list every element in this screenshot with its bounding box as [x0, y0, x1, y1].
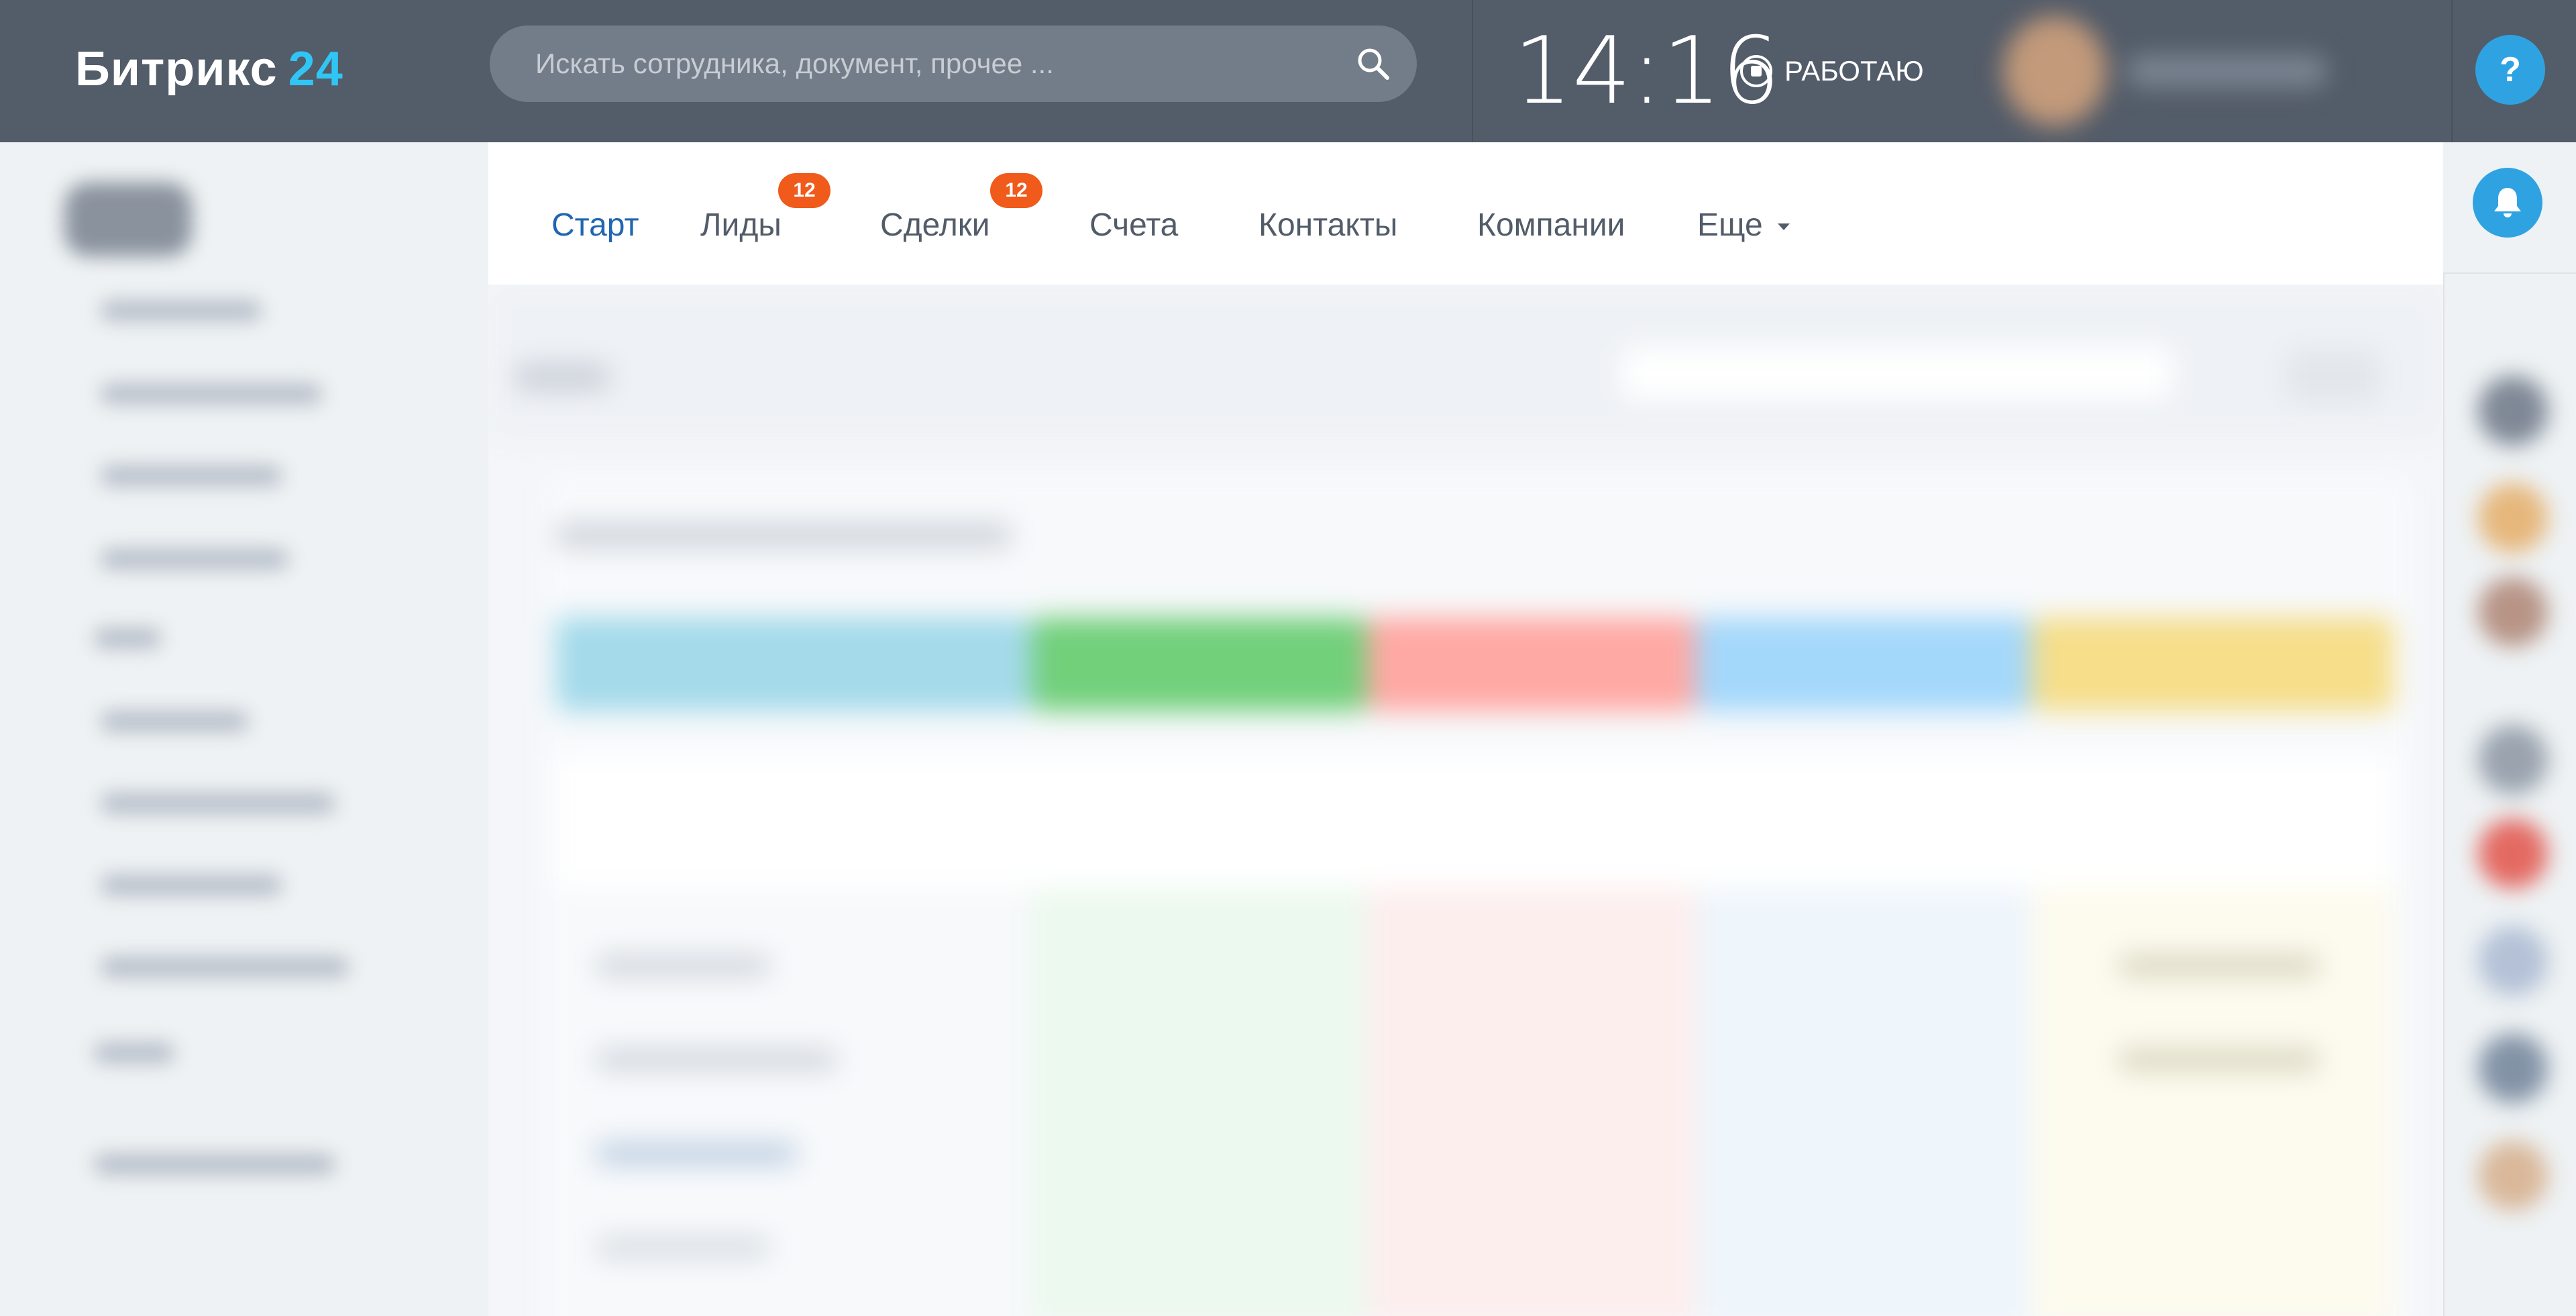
report-title [555, 523, 1012, 548]
tab-more-label: Еще [1697, 207, 1763, 243]
sidebar-item [101, 301, 262, 321]
settings-box [2286, 349, 2380, 403]
funnel-stage [1367, 617, 1696, 711]
sidebar-item [101, 711, 248, 731]
search-box[interactable] [490, 26, 1417, 102]
filter-field [1622, 346, 2172, 400]
notifications-button[interactable] [2473, 168, 2542, 238]
table-cell [2118, 1050, 2320, 1070]
user-avatar[interactable] [2478, 1033, 2548, 1103]
search-icon[interactable] [1354, 44, 1393, 83]
sidebar-item [94, 1043, 174, 1063]
tab-deals[interactable]: Сделки [880, 207, 990, 244]
sidebar-blurred-content [0, 142, 488, 1316]
top-header: Битрикс24 14:16 РАБОТАЮ ? [0, 0, 2576, 142]
help-button[interactable]: ? [2475, 35, 2545, 105]
sidebar-item [101, 875, 282, 895]
sidebar-item [101, 549, 288, 569]
chevron-down-icon [1777, 223, 1790, 231]
leads-counter-badge: 12 [778, 173, 830, 208]
table-column-bg [1032, 889, 1367, 1316]
table-header [555, 754, 2394, 889]
crm-workspace [488, 285, 2443, 1316]
table-row [596, 1050, 837, 1070]
user-avatar[interactable] [2478, 819, 2548, 889]
workspace-blurred-content [488, 285, 2443, 1316]
user-avatar[interactable] [2478, 483, 2548, 553]
user-avatar[interactable] [2478, 725, 2548, 795]
stop-circle-icon [1740, 55, 1772, 87]
sidebar-company-logo [64, 183, 192, 256]
sidebar-item [94, 628, 161, 648]
table-column-bg [1367, 889, 1696, 1316]
tab-start[interactable]: Старт [551, 207, 639, 244]
toolbar-title [515, 365, 609, 389]
user-avatar[interactable] [2478, 1141, 2548, 1211]
sidebar-item [101, 466, 282, 486]
logo-text: Битрикс [75, 42, 278, 96]
user-name-placeholder [2127, 55, 2328, 87]
table-row [596, 1237, 770, 1258]
sidebar-item [101, 793, 335, 813]
sidebar-item [101, 957, 349, 977]
table-row [596, 956, 770, 976]
user-avatar[interactable] [2478, 376, 2548, 446]
tab-companies[interactable]: Компании [1477, 207, 1625, 244]
work-status[interactable]: РАБОТАЮ [1740, 52, 1924, 90]
user-profile[interactable] [1999, 13, 2348, 129]
sidebar-item [94, 1154, 335, 1174]
sidebar-item [101, 384, 322, 404]
left-sidebar [0, 142, 488, 1316]
tab-invoices[interactable]: Счета [1089, 207, 1178, 244]
funnel-stage [555, 617, 1032, 711]
online-users-list [2443, 282, 2576, 1316]
bell-icon [2489, 184, 2526, 221]
tab-contacts[interactable]: Контакты [1258, 207, 1397, 244]
tab-leads[interactable]: Лиды [700, 207, 782, 244]
user-avatar[interactable] [2478, 577, 2548, 647]
table-column-bg [1696, 889, 2031, 1316]
funnel-stage [1696, 617, 2031, 711]
crm-menu-bar [488, 142, 2443, 285]
deals-counter-badge: 12 [990, 173, 1042, 208]
user-avatar [2003, 16, 2106, 126]
logo[interactable]: Битрикс 24 [75, 42, 343, 97]
search-input[interactable] [535, 26, 1327, 102]
funnel-stage [1032, 617, 1367, 711]
funnel-stage [2031, 617, 2394, 711]
tab-more[interactable]: Еще [1697, 207, 1790, 244]
table-column-bg [2031, 889, 2394, 1316]
user-avatar[interactable] [2478, 926, 2548, 996]
logo-number: 24 [288, 42, 343, 96]
work-status-label: РАБОТАЮ [1784, 55, 1924, 87]
table-cell [2118, 956, 2320, 976]
header-divider [1472, 0, 1473, 142]
table-row [596, 1144, 797, 1164]
